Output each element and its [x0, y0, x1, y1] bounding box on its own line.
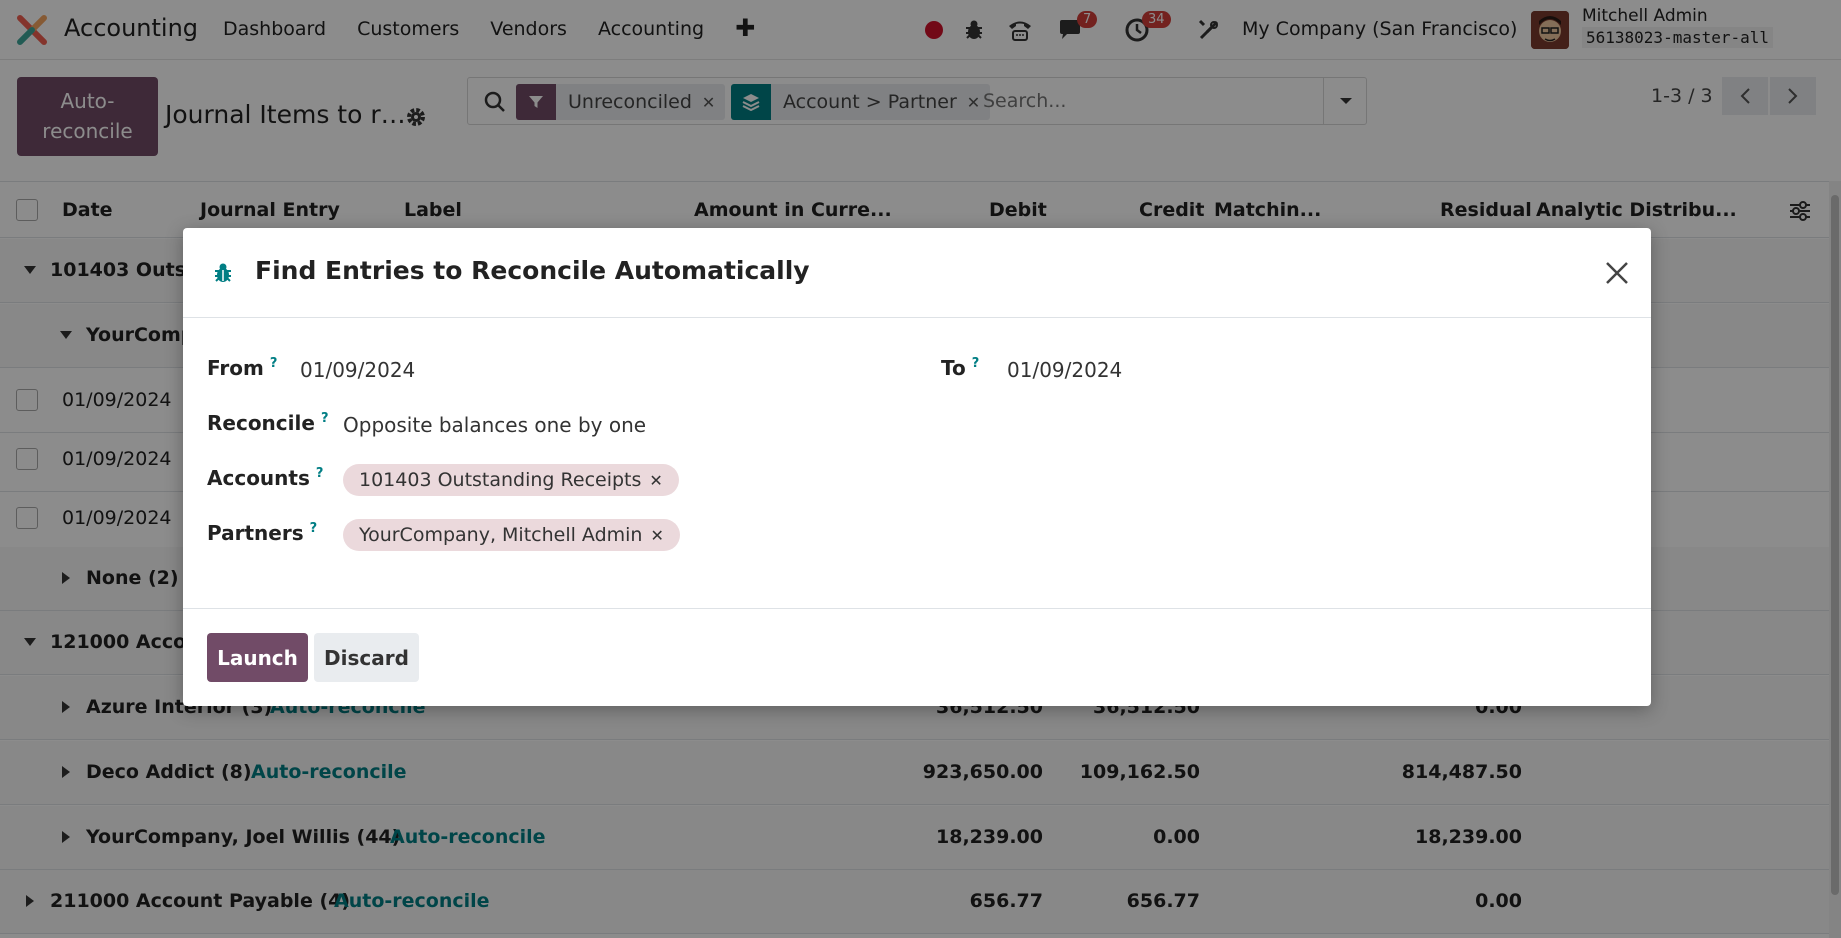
from-date-field[interactable]: 01/09/2024 [300, 358, 415, 382]
dialog-title: Find Entries to Reconcile Automatically [255, 256, 810, 285]
partner-tag[interactable]: YourCompany, Mitchell Admin ✕ [343, 519, 680, 551]
help-icon[interactable]: ? [972, 356, 980, 371]
partners-label: Partners? [207, 521, 317, 545]
from-label: From? [207, 356, 277, 380]
to-label-text: To [941, 356, 966, 380]
help-icon[interactable]: ? [270, 356, 278, 371]
partners-label-text: Partners [207, 521, 304, 545]
help-icon[interactable]: ? [321, 411, 329, 426]
close-icon[interactable] [1602, 258, 1632, 288]
tag-remove-icon[interactable]: ✕ [649, 471, 662, 490]
to-label: To? [941, 356, 979, 380]
help-icon[interactable]: ? [316, 466, 324, 481]
dialog-header: Find Entries to Reconcile Automatically [183, 228, 1651, 318]
to-date-field[interactable]: 01/09/2024 [1007, 358, 1122, 382]
from-label-text: From [207, 356, 264, 380]
launch-button[interactable]: Launch [207, 633, 308, 682]
reconcile-mode-field[interactable]: Opposite balances one by one [343, 413, 646, 437]
accounts-label: Accounts? [207, 466, 323, 490]
reconcile-label-text: Reconcile [207, 411, 315, 435]
account-tag[interactable]: 101403 Outstanding Receipts ✕ [343, 464, 679, 496]
partner-tag-label: YourCompany, Mitchell Admin [359, 524, 643, 546]
accounts-label-text: Accounts [207, 466, 310, 490]
dialog-footer: Launch Discard [183, 608, 1651, 706]
reconcile-label: Reconcile? [207, 411, 328, 435]
debug-bug-icon [215, 263, 231, 282]
tag-remove-icon[interactable]: ✕ [650, 526, 663, 545]
help-icon[interactable]: ? [310, 521, 318, 536]
reconcile-dialog: Find Entries to Reconcile Automatically … [183, 228, 1651, 706]
discard-button[interactable]: Discard [314, 633, 419, 682]
account-tag-label: 101403 Outstanding Receipts [359, 469, 642, 491]
